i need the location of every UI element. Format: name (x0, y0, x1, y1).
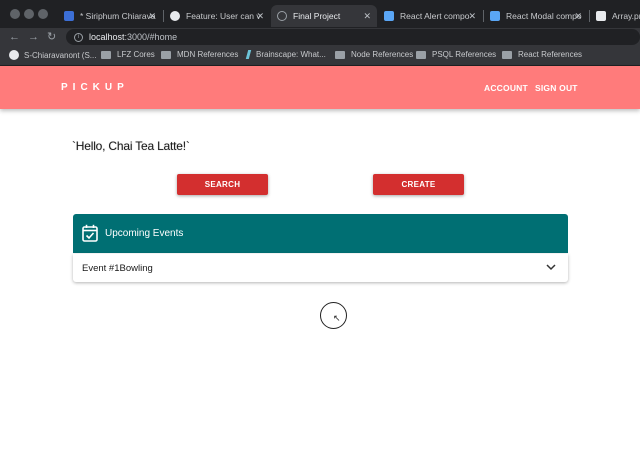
close-icon[interactable]: ✕ (256, 11, 264, 22)
account-link[interactable]: ACCOUNT (484, 83, 528, 93)
event-label: Event #1Bowling (82, 263, 153, 274)
back-arrow-icon[interactable]: ← (9, 30, 20, 44)
window-minimize-dot[interactable] (24, 9, 34, 19)
upcoming-events-title: Upcoming Events (105, 228, 184, 239)
window-maximize-dot[interactable] (38, 9, 48, 19)
bookmark-item[interactable]: LFZ Cores (101, 50, 155, 59)
mouse-pointer-icon: ↖ (333, 313, 341, 323)
bookmark-item[interactable]: PSQL References (416, 50, 496, 59)
codesandbox-icon (384, 11, 394, 21)
calendar-check-icon (82, 224, 98, 242)
search-button[interactable]: SEARCH (177, 174, 268, 195)
brand-logo[interactable]: PICKUP (61, 82, 129, 93)
browser-tab[interactable]: * Siriphum Chiarava ✕ (58, 5, 162, 27)
reload-icon[interactable]: ↻ (47, 30, 56, 44)
codesandbox-icon (490, 11, 500, 21)
cursor-highlight: ↖ (320, 302, 347, 329)
bookmark-item[interactable]: S-Chiaravanont (S... (9, 50, 96, 60)
browser-tab-active[interactable]: Final Project ✕ (271, 5, 377, 27)
bookmark-item[interactable]: MDN References (161, 50, 238, 59)
forward-arrow-icon[interactable]: → (28, 30, 39, 44)
browser-tab[interactable]: Feature: User can v ✕ (164, 5, 270, 27)
globe-icon (277, 11, 287, 21)
greeting-text: `Hello, Chai Tea Latte!` (72, 139, 190, 153)
close-icon[interactable]: ✕ (574, 11, 582, 22)
bookmark-item[interactable]: React References (502, 50, 582, 59)
folder-icon (101, 50, 111, 59)
window-close-dot[interactable] (10, 9, 20, 19)
folder-icon (502, 50, 512, 59)
address-bar[interactable]: i localhost:3000/#home (66, 29, 640, 45)
chevron-down-icon[interactable] (546, 263, 556, 271)
folder-icon (416, 50, 426, 59)
info-icon[interactable]: i (74, 32, 83, 42)
browser-tab[interactable]: Array.pro (590, 5, 640, 27)
app-icon (64, 11, 74, 21)
browser-tab[interactable]: React Alert compo ✕ (378, 5, 482, 27)
upcoming-events-header: Upcoming Events (73, 214, 568, 253)
bookmark-item[interactable]: Brainscape: What... (245, 50, 326, 59)
github-icon (9, 50, 19, 60)
sign-out-link[interactable]: SIGN OUT (535, 83, 578, 93)
folder-icon (335, 50, 345, 59)
bookmark-item[interactable]: Node References (335, 50, 413, 59)
browser-toolbar: ← → ↻ i localhost:3000/#home (0, 28, 640, 47)
close-icon[interactable]: ✕ (148, 11, 156, 22)
address-path: :3000/#home (124, 32, 178, 42)
browser-tab-bar: * Siriphum Chiarava ✕ Feature: User can … (0, 0, 640, 28)
app-header: PICKUP ACCOUNT SIGN OUT (0, 66, 640, 109)
mdn-icon (596, 11, 606, 21)
github-icon (170, 11, 180, 21)
close-icon[interactable]: ✕ (468, 11, 476, 22)
event-list-item[interactable]: Event #1Bowling (73, 254, 568, 282)
brainscape-icon (245, 50, 252, 59)
folder-icon (161, 50, 171, 59)
close-icon[interactable]: ✕ (363, 11, 371, 22)
bookmarks-bar: S-Chiaravanont (S... LFZ Cores MDN Refer… (0, 47, 640, 66)
browser-tab[interactable]: React Modal compo ✕ (484, 5, 588, 27)
address-host: localhost (89, 32, 125, 42)
create-button[interactable]: CREATE (373, 174, 464, 195)
